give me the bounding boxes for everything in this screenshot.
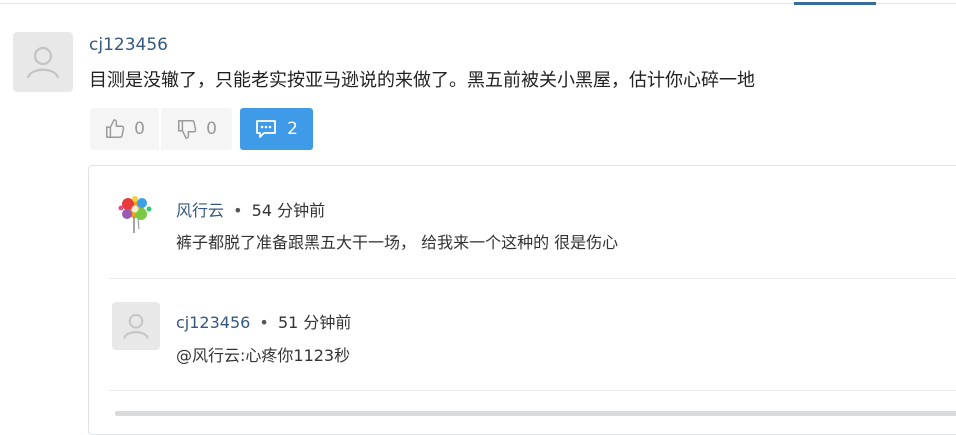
reply-input-edge[interactable] — [115, 411, 956, 416]
speech-bubble-icon — [256, 120, 276, 138]
replies-toggle-button[interactable]: 2 — [240, 108, 313, 150]
meta-separator: • — [233, 201, 243, 220]
comment-avatar[interactable] — [13, 32, 73, 92]
reply-body: 裤子都脱了准备跟黑五大干一场， 给我来一个这种的 很是伤心 — [176, 233, 619, 252]
default-user-icon — [123, 314, 149, 340]
default-user-icon — [26, 46, 60, 79]
reply-time: 54 分钟前 — [251, 201, 326, 220]
meta-separator: • — [259, 313, 269, 332]
upvote-count: 0 — [134, 119, 145, 139]
downvote-count: 0 — [206, 119, 217, 139]
reply-avatar[interactable] — [112, 302, 160, 350]
comment-body: 目测是没辙了，只能老实按亚马逊说的来做了。黑五前被关小黑屋，估计你心碎一地 — [89, 70, 755, 91]
reply-body: @风行云:心疼你1123秒 — [176, 346, 351, 365]
reply-time: 51 分钟前 — [277, 313, 352, 332]
upvote-button[interactable]: 0 — [90, 108, 161, 150]
replies-container: 风行云 • 54 分钟前 裤子都脱了准备跟黑五大干一场， 给我来一个这种的 很是… — [88, 165, 956, 435]
reply-avatar[interactable] — [111, 188, 159, 236]
reply-count: 2 — [287, 119, 298, 139]
colorful-splash-avatar-icon — [118, 196, 152, 233]
reply-username[interactable]: cj123456 — [176, 313, 250, 332]
reply-meta: cj123456 • 51 分钟前 — [176, 309, 351, 333]
thumbs-down-icon — [178, 120, 197, 139]
reply-meta: 风行云 • 54 分钟前 — [176, 197, 325, 221]
reply-divider — [109, 278, 956, 279]
comment-username[interactable]: cj123456 — [89, 35, 168, 55]
downvote-button[interactable]: 0 — [161, 108, 232, 150]
vote-group: 0 0 — [90, 108, 232, 150]
reply-username[interactable]: 风行云 — [176, 201, 224, 220]
thumbs-up-icon — [106, 119, 125, 138]
active-tab-indicator — [794, 2, 876, 5]
reply-divider — [109, 390, 956, 391]
